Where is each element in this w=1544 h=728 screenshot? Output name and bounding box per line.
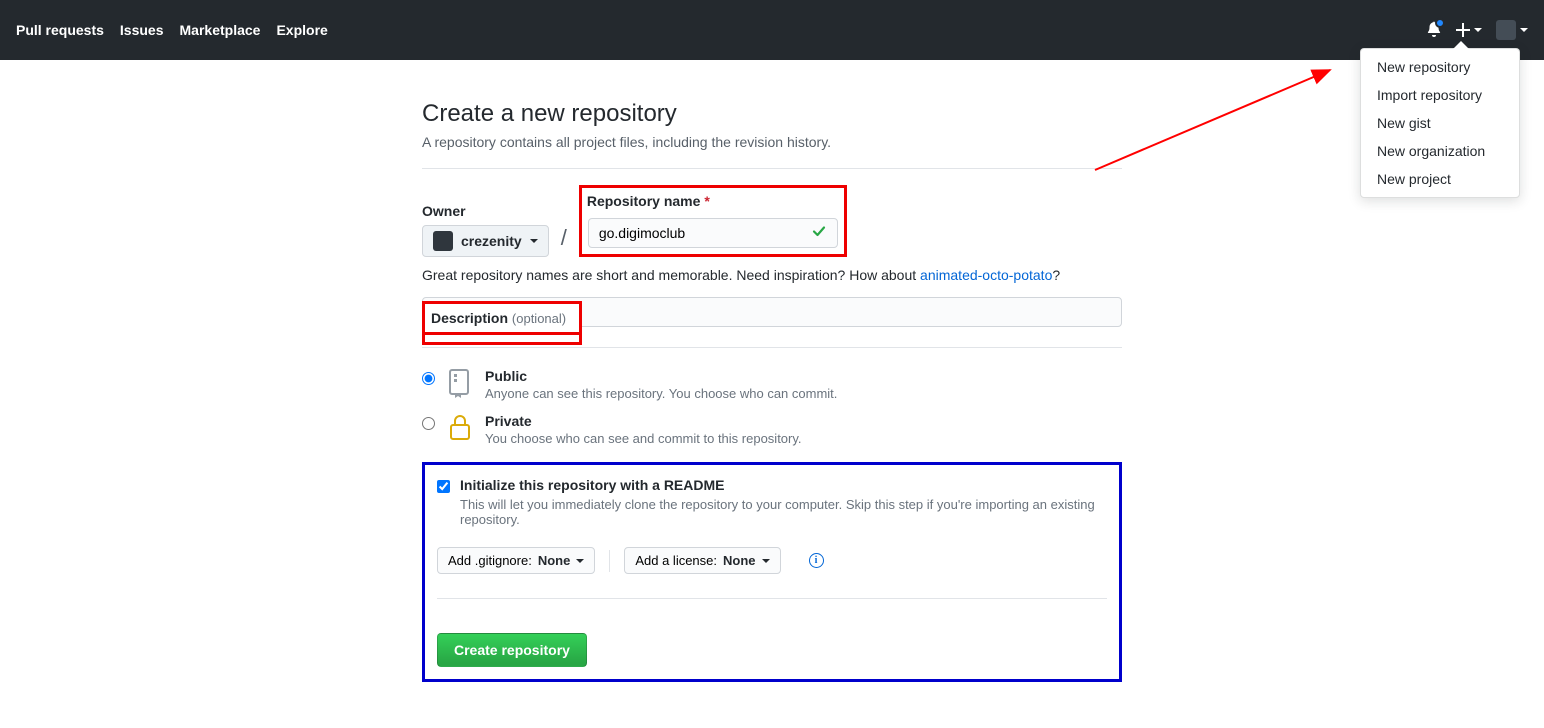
annotation-highlight-repo [579,185,847,257]
notifications-button[interactable] [1426,21,1442,40]
plus-icon [1456,23,1470,37]
suggestion-link[interactable]: animated-octo-potato [920,267,1052,283]
nav-marketplace[interactable]: Marketplace [180,22,261,38]
repo-name-hint: Great repository names are short and mem… [422,267,1122,283]
nav-issues[interactable]: Issues [120,22,164,38]
owner-avatar-icon [433,231,453,251]
annotation-highlight-init: Initialize this repository with a README… [422,462,1122,682]
annotation-highlight-description: Description (optional) [422,301,582,335]
header-nav: Pull requests Issues Marketplace Explore [16,22,328,38]
annotation-arrow [1090,60,1350,180]
repository-name-input[interactable] [588,218,838,248]
init-readme-label: Initialize this repository with a README [460,477,1107,493]
owner-name: crezenity [461,233,522,249]
create-repository-button[interactable]: Create repository [437,633,587,667]
header-right [1426,20,1528,40]
init-readme-checkbox[interactable] [437,480,450,493]
owner-label: Owner [422,203,549,219]
page-subtitle: A repository contains all project files,… [422,134,1122,150]
caret-down-icon [762,559,770,563]
lock-icon [447,413,473,446]
page-title: Create a new repository [422,100,1122,128]
caret-down-icon [576,559,584,563]
description-label: Description (optional) [431,310,573,326]
visibility-group: Public Anyone can see this repository. Y… [422,362,1122,452]
profile-menu-button[interactable] [1496,20,1528,40]
slash-separator: / [559,225,569,257]
divider [422,347,1122,348]
visibility-public-radio[interactable] [422,372,435,385]
dropdown-new-repository[interactable]: New repository [1361,53,1519,81]
dropdown-new-project[interactable]: New project [1361,165,1519,193]
visibility-public-label: Public [485,368,527,384]
init-readme-desc: This will let you immediately clone the … [460,497,1107,527]
visibility-public-desc: Anyone can see this repository. You choo… [485,386,837,401]
add-license-button[interactable]: Add a license: None [624,547,780,574]
visibility-private-label: Private [485,413,532,429]
nav-explore[interactable]: Explore [276,22,327,38]
top-header: Pull requests Issues Marketplace Explore [0,0,1544,60]
caret-down-icon [1520,28,1528,32]
visibility-private-desc: You choose who can see and commit to thi… [485,431,802,446]
caret-down-icon [1474,28,1482,32]
divider [437,598,1107,599]
dropdown-new-gist[interactable]: New gist [1361,109,1519,137]
check-icon [812,225,826,242]
dropdown-new-organization[interactable]: New organization [1361,137,1519,165]
add-gitignore-button[interactable]: Add .gitignore: None [437,547,595,574]
info-icon[interactable]: i [809,553,824,568]
owner-select[interactable]: crezenity [422,225,549,257]
divider [422,168,1122,169]
visibility-private-radio[interactable] [422,417,435,430]
add-menu-button[interactable] [1456,23,1482,37]
nav-pull-requests[interactable]: Pull requests [16,22,104,38]
dropdown-import-repository[interactable]: Import repository [1361,81,1519,109]
add-dropdown-menu: New repository Import repository New gis… [1360,48,1520,198]
caret-down-icon [530,239,538,243]
avatar-icon [1496,20,1516,40]
main-content: Create a new repository A repository con… [422,100,1122,722]
repo-public-icon [447,368,473,401]
notification-dot-icon [1435,18,1445,28]
button-separator [609,550,610,572]
